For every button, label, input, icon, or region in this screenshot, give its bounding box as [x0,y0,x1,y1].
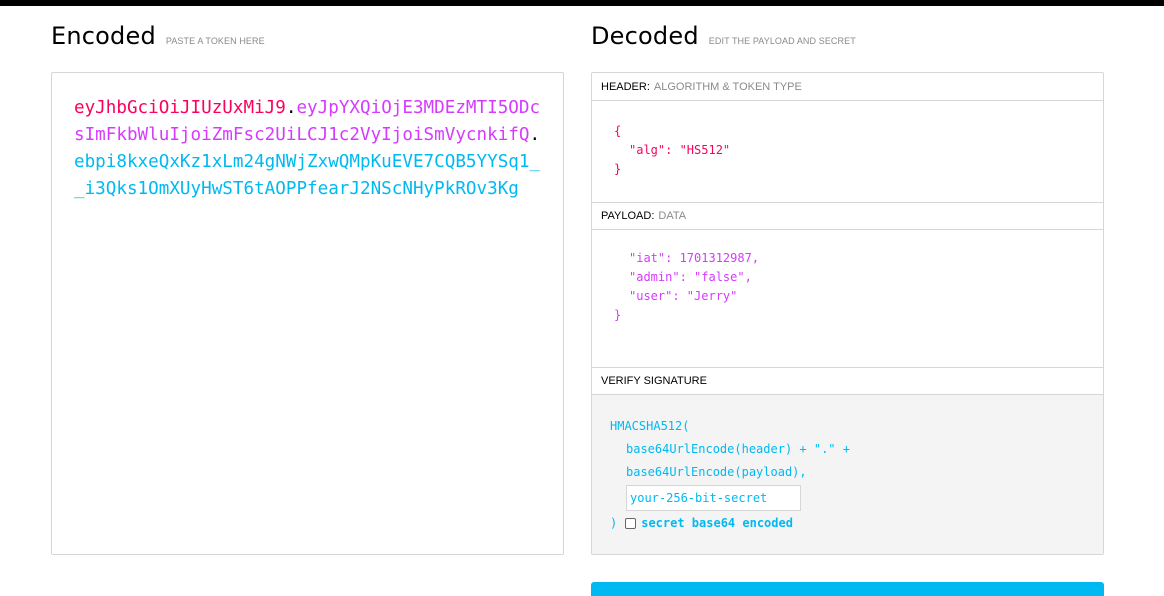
secret-input[interactable] [626,485,801,511]
decoded-title: Decoded [591,22,699,50]
payload-json-editor[interactable]: "iat": 1701312987, "admin": "false", "us… [592,230,1103,367]
header-alg-line: "alg": "HS512" [629,143,731,157]
hmac-fn-open: HMACSHA512( [610,419,690,433]
payload-user-line: "user": "Jerry" [629,289,738,303]
header-section-sublabel: ALGORITHM & TOKEN TYPE [653,80,802,93]
decoded-panel: HEADER: ALGORITHM & TOKEN TYPE { "alg": … [591,72,1104,555]
hmac-fn-close: ) [610,516,618,530]
secret-input-row [610,484,1085,511]
verify-signature-body: HMACSHA512( base64UrlEncode(header) + ".… [592,395,1103,554]
json-brace-open: { [614,124,622,138]
encoded-token-editor[interactable]: eyJhbGciOiJIUzUxMiJ9.eyJpYXQiOjE3MDEzMTI… [51,72,564,555]
decoded-subtitle: EDIT THE PAYLOAD AND SECRET [708,36,856,46]
payload-iat-line: "iat": 1701312987, [629,251,760,265]
encoded-title: Encoded [51,22,156,50]
verify-section-label: VERIFY SIGNATURE [601,375,707,387]
verify-section-title: VERIFY SIGNATURE [592,367,1103,395]
top-bar [0,0,1164,6]
hmac-header-line: base64UrlEncode(header) + "." + [626,442,850,456]
json-brace-close: } [614,162,622,176]
header-section-title: HEADER: ALGORITHM & TOKEN TYPE [592,73,1103,101]
encoded-subtitle: PASTE A TOKEN HERE [165,36,265,46]
hmac-close-row: ) secret base64 encoded [610,512,1085,535]
encoded-title-group: Encoded PASTE A TOKEN HERE [51,22,265,50]
token-signature-part: ebpi8kxeQxKz1xLm24gNWjZxwQMpKuEVE7CQB5YY… [74,152,541,199]
json-brace-close: } [614,308,622,322]
token-header-part: eyJhbGciOiJIUzUxMiJ9 [74,98,286,118]
payload-admin-line: "admin": "false", [629,270,752,284]
header-json-editor[interactable]: { "alg": "HS512" } [592,101,1103,202]
base64-checkbox[interactable] [625,518,637,529]
payload-section-sublabel: DATA [658,210,687,222]
payload-section-label: PAYLOAD: [601,210,655,222]
share-button[interactable] [591,582,1104,596]
token-dot: . [529,125,541,145]
header-section-label: HEADER: [601,80,650,93]
payload-section-title: PAYLOAD: DATA [592,202,1103,230]
decoded-title-group: Decoded EDIT THE PAYLOAD AND SECRET [591,22,856,50]
hmac-payload-line: base64UrlEncode(payload), [626,465,807,479]
token-dot: . [285,98,297,118]
base64-checkbox-label[interactable]: secret base64 encoded [641,512,793,535]
